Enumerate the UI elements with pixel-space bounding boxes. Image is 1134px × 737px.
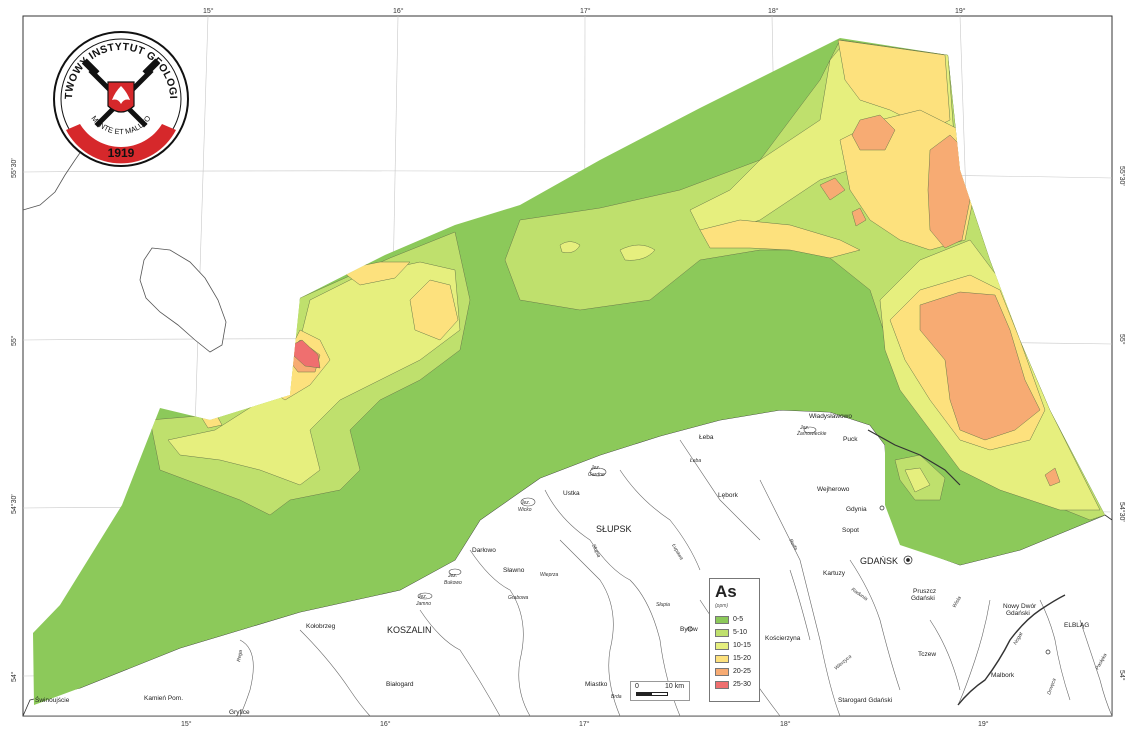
label-jez-gardno-1: Jez.	[590, 465, 600, 471]
town-kartuzy: Kartuzy	[823, 570, 846, 577]
legend-label: 0-5	[733, 616, 744, 623]
label-brda: Brda	[611, 694, 622, 700]
town-starogard: Starogard Gdański	[838, 697, 892, 704]
lat-right-54: 54°	[1118, 670, 1126, 681]
pig-logo-seal: PAŃSTWOWY INSTYTUT GEOLOGICZNY MENTE ET …	[52, 30, 189, 167]
legend-label: 5-10	[733, 629, 748, 636]
label-leba-river: Łeba	[690, 458, 701, 464]
legend-swatch	[715, 615, 729, 624]
lon-bottom-18: 18°	[780, 720, 791, 728]
legend-label: 25-30	[733, 681, 751, 688]
legend-label: 10-15	[733, 642, 751, 649]
town-jez-zarnowieckie-2: Żarnowieckie	[796, 430, 827, 437]
lat-right-55: 55°	[1118, 334, 1126, 345]
town-slupsk: SŁUPSK	[596, 524, 632, 534]
town-pruszcz-1: Pruszcz	[913, 588, 936, 595]
lat-left-55: 55°	[10, 335, 18, 346]
legend: As (ppm) 0-5 5-10 10-15 15-20 20-25 25-3…	[709, 578, 760, 702]
lon-top-17: 17°	[580, 7, 591, 15]
lon-top-15: 15°	[203, 7, 214, 15]
lon-top-16: 16°	[393, 7, 404, 15]
town-ustka: Ustka	[563, 490, 580, 497]
label-jez-gardno-2: Gardno	[588, 472, 605, 478]
town-leba: Łeba	[699, 434, 714, 441]
label-jez-bukowo-1: Jez.	[447, 573, 457, 579]
town-bialogard: Białogard	[386, 681, 414, 688]
town-wladyslawowo: Władysławowo	[809, 413, 852, 420]
lon-top-19: 19°	[955, 7, 966, 15]
legend-item: 10-15	[715, 640, 754, 651]
lat-left-5430: 54°30'	[10, 494, 18, 514]
town-nowy-dwor-2: Gdański	[1006, 610, 1030, 617]
scale-bar-graphic	[636, 692, 668, 696]
town-koszalin: KOSZALIN	[387, 625, 432, 635]
scale-label-10: 10 km	[665, 683, 685, 690]
lon-top-18: 18°	[768, 7, 779, 15]
legend-item: 5-10	[715, 627, 754, 638]
lat-left-5530: 55°30'	[10, 158, 18, 178]
legend-item: 25-30	[715, 679, 754, 690]
town-lebork: Lębork	[718, 492, 739, 499]
legend-unit: (ppm)	[715, 603, 729, 609]
legend-swatch	[715, 680, 729, 689]
legend-swatch	[715, 667, 729, 676]
town-gryfice: Gryfice	[229, 709, 250, 716]
town-swinoujscie: Świnoujście	[35, 695, 70, 704]
label-jez-jamno-2: Jamno	[415, 601, 431, 607]
legend-swatch	[715, 641, 729, 650]
town-elblag: ELBLĄG	[1064, 622, 1089, 629]
label-jez-jamno-1: Jez.	[417, 594, 427, 600]
town-slawno: Sławno	[503, 567, 525, 574]
town-koscierzyna: Kościerzyna	[765, 635, 801, 642]
town-gdynia: Gdynia	[846, 506, 867, 513]
legend-swatch	[715, 654, 729, 663]
label-jez-bukowo-2: Bukowo	[444, 580, 462, 586]
legend-title: As	[715, 582, 737, 601]
lat-right-5530: 55°30'	[1118, 166, 1126, 186]
town-tczew: Tczew	[918, 651, 936, 658]
legend-item: 15-20	[715, 653, 754, 664]
town-wejherowo: Wejherowo	[817, 486, 850, 493]
lon-bottom-19: 19°	[978, 720, 989, 728]
logo-year: 1919	[108, 146, 135, 160]
lon-bottom-15: 15°	[181, 720, 192, 728]
town-bytow: Bytów	[680, 626, 698, 633]
scale-label-0: 0	[635, 683, 639, 690]
town-malbork: Malbork	[991, 672, 1015, 679]
town-pruszcz-2: Gdański	[911, 595, 935, 602]
lon-bottom-17: 17°	[579, 720, 590, 728]
town-kamien: Kamień Pom.	[144, 695, 183, 702]
eagle-shield-icon	[107, 81, 135, 113]
label-grabowa: Grabowa	[508, 595, 529, 601]
legend-label: 15-20	[733, 655, 751, 662]
lat-right-5430: 54°30'	[1118, 502, 1126, 522]
town-miastko: Miastko	[585, 681, 608, 688]
legend-classes: 0-5 5-10 10-15 15-20 20-25 25-30	[715, 614, 754, 690]
legend-label: 20-25	[733, 668, 751, 675]
legend-item: 20-25	[715, 666, 754, 677]
label-slupia-2: Słupia	[656, 602, 670, 608]
town-puck: Puck	[843, 436, 858, 443]
label-jez-wicko-1: Jez.	[520, 500, 530, 506]
town-darlowo: Darłowo	[472, 547, 496, 554]
lat-left-54: 54°	[10, 671, 18, 682]
town-sopot: Sopot	[842, 527, 859, 534]
town-gdansk: GDAŃSK	[860, 556, 898, 566]
legend-swatch	[715, 628, 729, 637]
town-kolobrzeg: Kołobrzeg	[306, 623, 336, 630]
legend-item: 0-5	[715, 614, 754, 625]
lon-bottom-16: 16°	[380, 720, 391, 728]
scale-bar: 0 10 km	[630, 681, 690, 701]
label-wieprza: Wieprza	[540, 572, 559, 578]
label-jez-wicko-2: Wicko	[518, 507, 532, 513]
town-nowy-dwor-1: Nowy Dwór	[1003, 603, 1037, 610]
